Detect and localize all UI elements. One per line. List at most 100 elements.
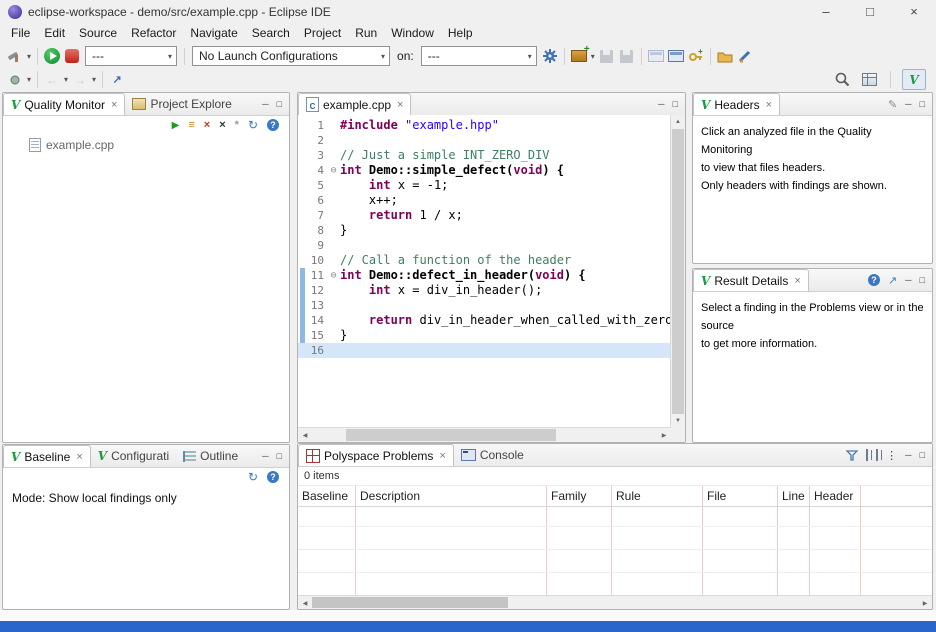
fold-toggle-icon[interactable]: ⊖ (327, 163, 340, 178)
tab-quality-monitor[interactable]: V Quality Monitor × (3, 93, 125, 115)
code-line-5[interactable]: 5 int x = -1; (298, 178, 671, 193)
close-icon[interactable]: × (76, 451, 82, 463)
scroll-down-icon[interactable]: ▼ (671, 414, 685, 428)
maximize-view-icon[interactable]: □ (920, 99, 925, 109)
code-line-16[interactable]: 16 (298, 343, 671, 358)
menu-item-project[interactable]: Project (297, 25, 348, 41)
tab-baseline[interactable]: V Baseline × (3, 445, 91, 467)
scroll-left-icon[interactable]: ◀ (298, 596, 312, 610)
help-icon[interactable]: ? (267, 119, 279, 131)
code-line-2[interactable]: 2 (298, 133, 671, 148)
menu-item-help[interactable]: Help (441, 25, 480, 41)
fold-toggle-icon[interactable]: ⊖ (327, 268, 340, 283)
minimize-view-icon[interactable]: ─ (658, 99, 664, 109)
show-results-list-icon[interactable]: ≡ (188, 119, 194, 131)
close-icon[interactable]: × (439, 450, 445, 462)
code-line-15[interactable]: 15} (298, 328, 671, 343)
maximize-view-icon[interactable]: □ (277, 99, 282, 109)
build-tool-icon[interactable] (6, 47, 24, 65)
maximize-view-icon[interactable]: □ (277, 451, 282, 461)
last-tool-dropdown-icon[interactable]: ▾ (25, 75, 33, 84)
help-icon[interactable]: ? (267, 471, 279, 483)
tab-configuration[interactable]: V Configurati (91, 445, 176, 467)
menu-item-edit[interactable]: Edit (37, 25, 72, 41)
code-line-7[interactable]: 7 return 1 / x; (298, 208, 671, 223)
forward-history-dropdown-icon[interactable]: ▾ (90, 75, 98, 84)
search-icon[interactable] (833, 71, 851, 89)
filter-icon[interactable] (846, 450, 858, 461)
menu-item-search[interactable]: Search (245, 25, 297, 41)
menu-item-run[interactable]: Run (348, 25, 384, 41)
target-combo[interactable]: --- ▾ (421, 46, 537, 66)
new-wizard-dropdown-icon[interactable]: ▾ (589, 52, 597, 61)
remove-results-icon[interactable]: × (204, 119, 210, 131)
tab-example-cpp[interactable]: example.cpp × (298, 93, 411, 115)
problems-horizontal-scrollbar[interactable]: ◀ ▶ (298, 595, 932, 609)
clear-findings-icon[interactable]: * (235, 119, 239, 131)
tab-headers[interactable]: V Headers × (693, 93, 780, 115)
code-line-12[interactable]: 12 int x = div_in_header(); (298, 283, 671, 298)
maximize-view-icon[interactable]: □ (920, 450, 925, 460)
new-wizard-icon[interactable] (570, 47, 588, 65)
back-icon[interactable]: ← (43, 71, 61, 89)
window-minimize-button[interactable]: – (804, 0, 848, 23)
menu-item-file[interactable]: File (4, 25, 37, 41)
maximize-view-icon[interactable]: □ (673, 99, 678, 109)
maximize-view-icon[interactable]: □ (920, 275, 925, 285)
scroll-up-icon[interactable]: ▲ (671, 115, 685, 129)
scrollbar-thumb[interactable] (672, 129, 684, 414)
polyspace-stop-button[interactable] (63, 47, 81, 65)
menu-item-refactor[interactable]: Refactor (124, 25, 183, 41)
launch-configurations-combo[interactable]: No Launch Configurations ▾ (192, 46, 390, 66)
open-perspective-icon[interactable] (860, 71, 878, 89)
scroll-right-icon[interactable]: ▶ (657, 428, 671, 442)
list-item-example-cpp[interactable]: example.cpp (3, 134, 289, 152)
close-results-icon[interactable]: × (219, 119, 225, 131)
code-line-13[interactable]: 13 (298, 298, 671, 313)
menu-item-source[interactable]: Source (72, 25, 124, 41)
forward-icon[interactable]: → (71, 71, 89, 89)
close-icon[interactable]: × (766, 99, 772, 111)
window-maximize-button[interactable]: □ (848, 0, 892, 23)
menu-item-window[interactable]: Window (384, 25, 441, 41)
tab-console[interactable]: Console (454, 444, 531, 466)
scroll-left-icon[interactable]: ◀ (298, 428, 312, 442)
code-line-4[interactable]: 4⊖int Demo::simple_defect(void) { (298, 163, 671, 178)
column-header-header[interactable]: Header (810, 486, 861, 506)
column-header-family[interactable]: Family (547, 486, 612, 506)
minimize-view-icon[interactable]: ─ (262, 99, 268, 109)
polyspace-run-button[interactable] (43, 47, 61, 65)
code-line-9[interactable]: 9 (298, 238, 671, 253)
code-line-10[interactable]: 10// Call a function of the header (298, 253, 671, 268)
minimize-view-icon[interactable]: ─ (905, 99, 911, 109)
polyspace-perspective-button[interactable]: V (902, 69, 926, 90)
view-mode-icon[interactable] (876, 450, 878, 460)
key-icon[interactable]: + (687, 47, 705, 65)
edit-filter-icon[interactable]: ✎ (888, 98, 897, 111)
minimize-view-icon[interactable]: ─ (905, 450, 911, 460)
code-line-6[interactable]: 6 x++; (298, 193, 671, 208)
print-icon[interactable] (647, 47, 665, 65)
code-line-1[interactable]: 1#include "example.hpp" (298, 118, 671, 133)
column-header-rule[interactable]: Rule (612, 486, 703, 506)
back-history-dropdown-icon[interactable]: ▾ (62, 75, 70, 84)
minimize-view-icon[interactable]: ─ (262, 451, 268, 461)
close-icon[interactable]: × (397, 99, 403, 111)
scrollbar-thumb[interactable] (312, 597, 508, 608)
code-area[interactable]: 1#include "example.hpp"23// Just a simpl… (298, 115, 671, 428)
view-menu-icon[interactable]: ⋮ (886, 449, 897, 462)
minimize-view-icon[interactable]: ─ (905, 275, 911, 285)
code-line-14[interactable]: 14 return div_in_header_when_called_with… (298, 313, 671, 328)
tab-outline[interactable]: Outline (176, 445, 245, 467)
save-icon[interactable] (598, 47, 616, 65)
column-header-description[interactable]: Description (356, 486, 547, 506)
tab-result-details[interactable]: V Result Details × (693, 269, 809, 291)
link-with-editor-icon[interactable]: ↗ (108, 71, 126, 89)
build-tool-dropdown-icon[interactable]: ▾ (25, 52, 33, 61)
column-header-file[interactable]: File (703, 486, 778, 506)
column-header-line[interactable]: Line (778, 486, 810, 506)
close-icon[interactable]: × (794, 275, 800, 287)
menu-item-navigate[interactable]: Navigate (183, 25, 244, 41)
editor-horizontal-scrollbar[interactable]: ◀ ▶ (298, 427, 671, 442)
analysis-history-combo[interactable]: --- ▾ (85, 46, 177, 66)
